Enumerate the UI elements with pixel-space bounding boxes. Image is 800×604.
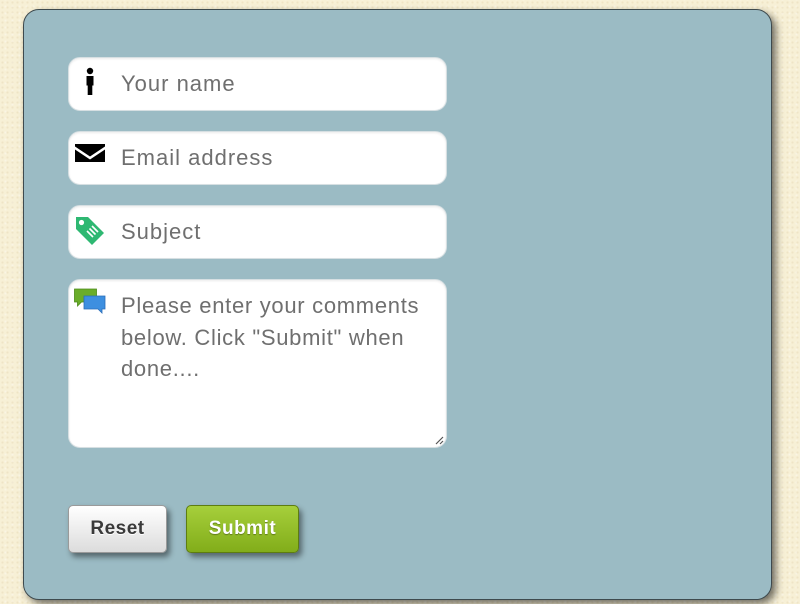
contact-form-panel: Your name Email address Subject Please e… — [23, 9, 772, 600]
person-icon — [86, 67, 94, 95]
resize-handle-icon[interactable] — [434, 435, 444, 445]
subject-placeholder: Subject — [121, 219, 202, 244]
name-field[interactable]: Your name — [68, 57, 447, 111]
envelope-icon — [75, 144, 105, 162]
comments-textarea[interactable]: Please enter your comments below. Click … — [68, 279, 447, 448]
speech-bubbles-icon — [74, 288, 106, 314]
email-field[interactable]: Email address — [68, 131, 447, 185]
comments-placeholder: Please enter your comments below. Click … — [121, 293, 420, 381]
email-placeholder: Email address — [121, 145, 274, 170]
reset-button[interactable]: Reset — [68, 505, 167, 553]
submit-button[interactable]: Submit — [186, 505, 299, 553]
name-placeholder: Your name — [121, 71, 236, 96]
subject-field[interactable]: Subject — [68, 205, 447, 259]
tag-icon — [76, 217, 104, 245]
